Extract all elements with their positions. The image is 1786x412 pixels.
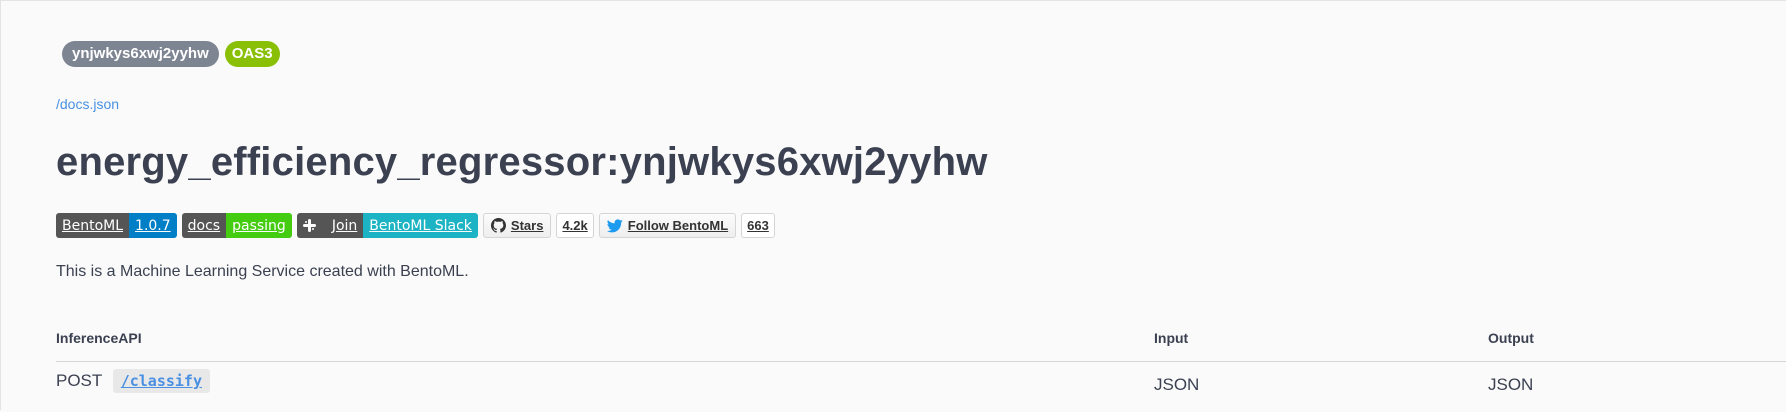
badge-label: BentoML	[56, 213, 130, 238]
slack-join-badge[interactable]: Join BentoML Slack	[296, 213, 478, 238]
oas-pill: OAS3	[224, 41, 280, 67]
github-stars-count[interactable]: 4.2k	[556, 213, 594, 238]
slack-icon	[302, 219, 328, 232]
header-inference-api: InferenceAPI	[56, 330, 142, 346]
version-badges: ynjwkys6xwj2yyhw OAS3	[62, 41, 280, 67]
version-pill: ynjwkys6xwj2yyhw	[62, 41, 219, 67]
output-type: JSON	[1488, 375, 1534, 394]
http-method: POST	[56, 371, 102, 390]
twitter-icon	[606, 218, 623, 232]
api-endpoint-cell: POST /classify	[56, 369, 210, 393]
api-table-header: InferenceAPI Input Output	[56, 319, 1786, 362]
input-type: JSON	[1154, 375, 1200, 394]
route-link[interactable]: /classify	[112, 369, 210, 393]
github-stars-label: Stars	[510, 218, 544, 233]
badges-row: BentoML 1.0.7 docs passing Join BentoML …	[56, 213, 775, 238]
docs-json-link[interactable]: /docs.json	[56, 96, 119, 112]
twitter-follower-count[interactable]: 663	[741, 213, 775, 238]
badge-label: Join	[296, 213, 364, 238]
service-description: This is a Machine Learning Service creat…	[56, 263, 469, 280]
badge-value: BentoML Slack	[363, 213, 478, 238]
badge-value: 1.0.7	[129, 213, 177, 238]
header-output: Output	[1488, 330, 1534, 346]
swagger-page: ynjwkys6xwj2yyhw OAS3 /docs.json energy_…	[0, 0, 1786, 410]
bentoml-version-badge[interactable]: BentoML 1.0.7	[56, 213, 177, 238]
github-icon	[490, 218, 506, 233]
twitter-follow-button[interactable]: Follow BentoML	[598, 213, 737, 238]
slack-join-label: Join	[331, 217, 358, 234]
page-title: energy_efficiency_regressor:ynjwkys6xwj2…	[56, 140, 988, 184]
twitter-follow-label: Follow BentoML	[627, 218, 729, 233]
badge-label: docs	[181, 213, 227, 238]
github-stars-button[interactable]: Stars	[482, 213, 552, 238]
header-input: Input	[1154, 330, 1189, 346]
badge-value: passing	[226, 213, 292, 238]
table-row: POST /classify JSON JSON	[56, 362, 1786, 412]
docs-status-badge[interactable]: docs passing	[181, 213, 292, 238]
